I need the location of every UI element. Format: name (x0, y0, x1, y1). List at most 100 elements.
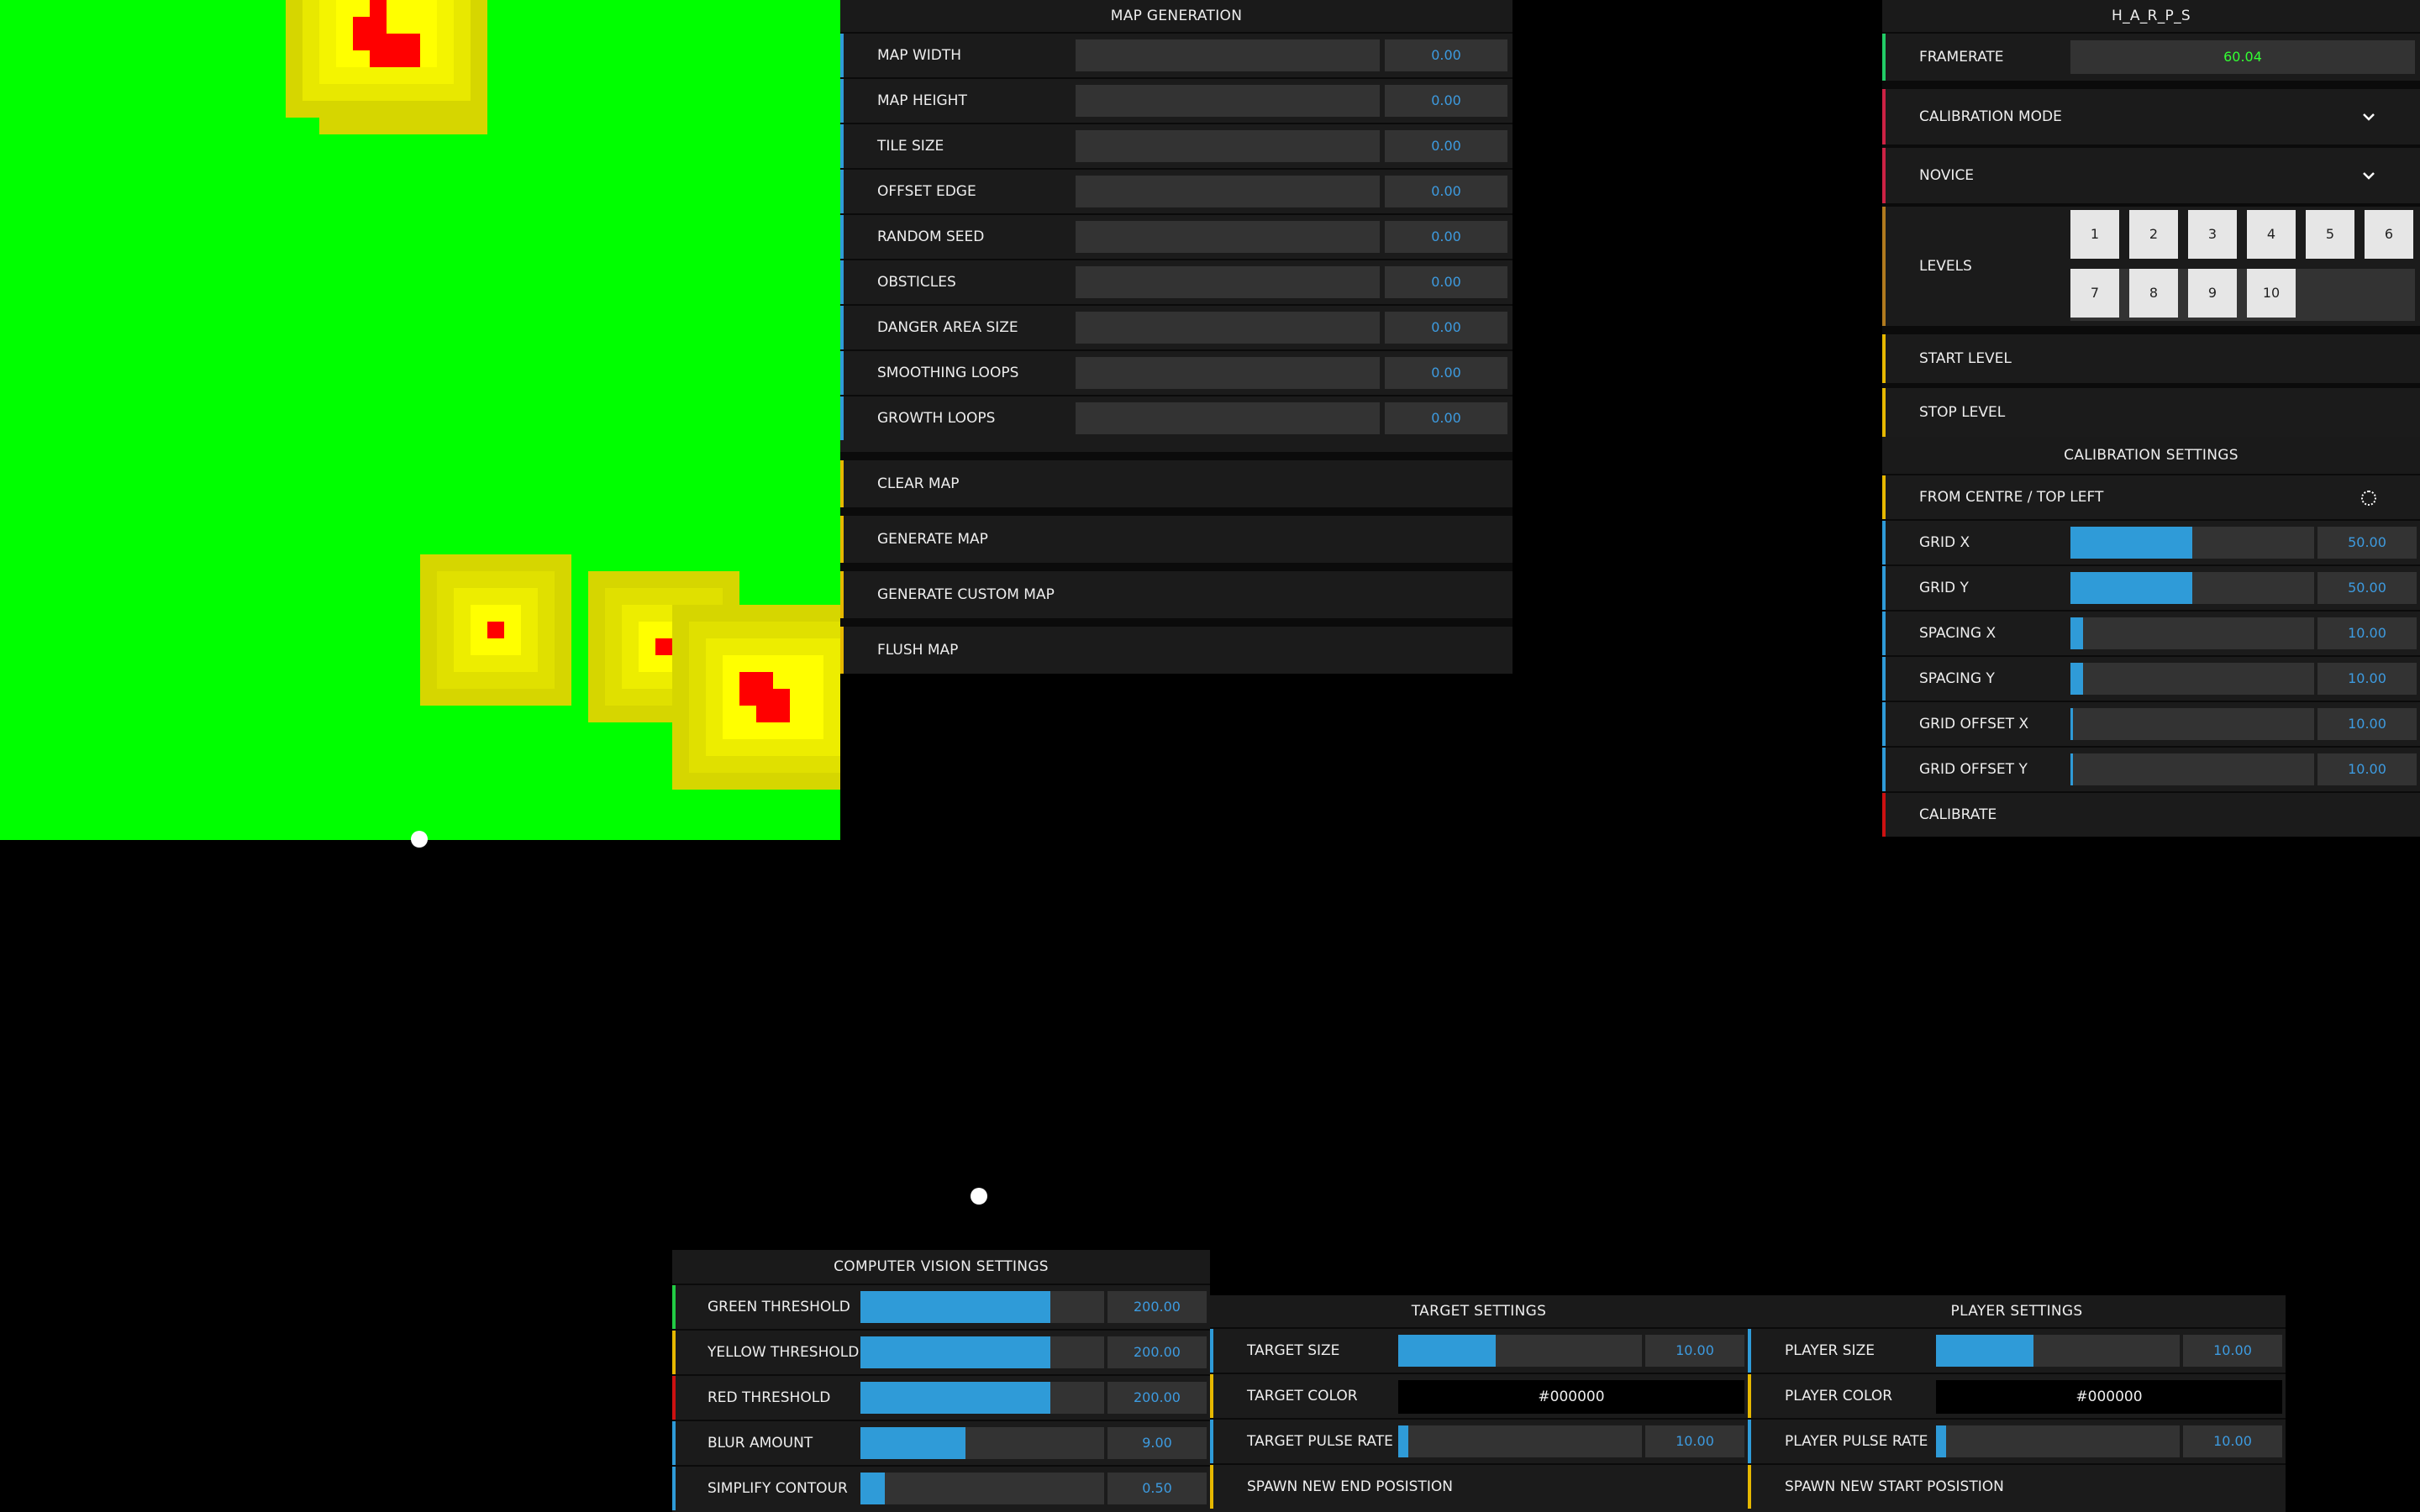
level-button[interactable]: 2 (2129, 210, 2178, 259)
map-gen-button[interactable]: FLUSH MAP (840, 618, 1512, 674)
map-gen-slider-value[interactable]: 0.00 (1385, 130, 1507, 162)
map-gen-button[interactable]: CLEAR MAP (840, 452, 1512, 507)
map-handle-dot[interactable] (411, 831, 428, 848)
player-dot[interactable] (971, 1188, 987, 1205)
player-pulse-slider[interactable]: PLAYER PULSE RATE 10.00 (1748, 1418, 2286, 1463)
calibration-slider-value[interactable]: 10.00 (2317, 753, 2417, 785)
level-button[interactable]: 8 (2129, 269, 2178, 318)
map-gen-slider[interactable]: RANDOM SEED 0.00 (840, 213, 1512, 259)
map-gen-slider-track[interactable] (1076, 221, 1380, 253)
target-size-slider[interactable]: TARGET SIZE 10.00 (1210, 1327, 1748, 1373)
target-size-track[interactable] (1398, 1335, 1642, 1367)
calibration-slider[interactable]: GRID X 50.00 (1882, 519, 2420, 564)
level-button[interactable]: 10 (2247, 269, 2296, 318)
level-button[interactable]: 4 (2247, 210, 2296, 259)
cv-slider-track[interactable] (860, 1382, 1104, 1414)
map-gen-slider[interactable]: MAP WIDTH 0.00 (840, 32, 1512, 77)
map-gen-slider[interactable]: SMOOTHING LOOPS 0.00 (840, 349, 1512, 395)
level-button[interactable]: 3 (2188, 210, 2237, 259)
calibration-slider[interactable]: GRID Y 50.00 (1882, 564, 2420, 610)
calibration-slider-value[interactable]: 50.00 (2317, 527, 2417, 559)
map-gen-slider-value[interactable]: 0.00 (1385, 39, 1507, 71)
calibration-slider-value[interactable]: 10.00 (2317, 708, 2417, 740)
calibration-mode-dropdown[interactable]: CALIBRATION MODE (1882, 81, 2420, 144)
map-gen-slider-track[interactable] (1076, 176, 1380, 207)
map-gen-button[interactable]: GENERATE CUSTOM MAP (840, 563, 1512, 618)
map-gen-slider-value[interactable]: 0.00 (1385, 402, 1507, 434)
player-size-slider[interactable]: PLAYER SIZE 10.00 (1748, 1327, 2286, 1373)
player-color-input[interactable]: #000000 (1936, 1380, 2282, 1414)
spawn-start-button[interactable]: SPAWN NEW START POSISTION (1748, 1463, 2286, 1509)
cv-slider[interactable]: YELLOW THRESHOLD 200.00 (672, 1329, 1210, 1374)
target-pulse-track[interactable] (1398, 1425, 1642, 1457)
start-level-button[interactable]: START LEVEL (1882, 326, 2420, 383)
calibration-slider-track[interactable] (2070, 753, 2314, 785)
calibrate-button[interactable]: CALIBRATE (1882, 791, 2420, 837)
cv-slider-value[interactable]: 200.00 (1107, 1291, 1207, 1323)
map-gen-slider-value[interactable]: 0.00 (1385, 357, 1507, 389)
cv-slider-value[interactable]: 200.00 (1107, 1382, 1207, 1414)
calibration-slider[interactable]: SPACING X 10.00 (1882, 610, 2420, 655)
calibration-slider-track[interactable] (2070, 663, 2314, 695)
cv-slider[interactable]: RED THRESHOLD 200.00 (672, 1374, 1210, 1420)
cv-slider-track[interactable] (860, 1473, 1104, 1504)
calibration-slider-value[interactable]: 10.00 (2317, 617, 2417, 649)
calibration-slider-track[interactable] (2070, 617, 2314, 649)
map-gen-slider-track[interactable] (1076, 85, 1380, 117)
map-gen-slider-track[interactable] (1076, 130, 1380, 162)
map-gen-slider[interactable]: OFFSET EDGE 0.00 (840, 168, 1512, 213)
from-centre-toggle[interactable]: FROM CENTRE / TOP LEFT (1882, 474, 2420, 519)
map-gen-slider-value[interactable]: 0.00 (1385, 85, 1507, 117)
target-pulse-value[interactable]: 10.00 (1645, 1425, 1744, 1457)
level-button[interactable]: 1 (2070, 210, 2119, 259)
difficulty-dropdown[interactable]: NOVICE (1882, 144, 2420, 203)
calibration-slider[interactable]: SPACING Y 10.00 (1882, 655, 2420, 701)
cv-slider-track[interactable] (860, 1291, 1104, 1323)
calibration-slider[interactable]: GRID OFFSET Y 10.00 (1882, 746, 2420, 791)
spawn-end-button[interactable]: SPAWN NEW END POSISTION (1210, 1463, 1748, 1509)
calibration-slider[interactable]: GRID OFFSET X 10.00 (1882, 701, 2420, 746)
map-gen-slider-track[interactable] (1076, 266, 1380, 298)
target-color-input[interactable]: #000000 (1398, 1380, 1744, 1414)
map-gen-slider[interactable]: GROWTH LOOPS 0.00 (840, 395, 1512, 440)
map-gen-slider-track[interactable] (1076, 357, 1380, 389)
level-button[interactable]: 9 (2188, 269, 2237, 318)
player-size-value[interactable]: 10.00 (2183, 1335, 2282, 1367)
player-size-track[interactable] (1936, 1335, 2180, 1367)
game-map[interactable] (0, 0, 840, 840)
level-button[interactable]: 7 (2070, 269, 2119, 318)
map-gen-slider-value[interactable]: 0.00 (1385, 221, 1507, 253)
map-gen-slider[interactable]: MAP HEIGHT 0.00 (840, 77, 1512, 123)
cv-slider-value[interactable]: 9.00 (1107, 1427, 1207, 1459)
target-size-value[interactable]: 10.00 (1645, 1335, 1744, 1367)
player-pulse-value[interactable]: 10.00 (2183, 1425, 2282, 1457)
calibration-slider-value[interactable]: 10.00 (2317, 663, 2417, 695)
map-gen-button[interactable]: GENERATE MAP (840, 507, 1512, 563)
map-gen-slider-value[interactable]: 0.00 (1385, 266, 1507, 298)
target-pulse-slider[interactable]: TARGET PULSE RATE 10.00 (1210, 1418, 1748, 1463)
cv-slider[interactable]: SIMPLIFY CONTOUR 0.50 (672, 1465, 1210, 1510)
map-gen-slider-track[interactable] (1076, 312, 1380, 344)
map-gen-slider[interactable]: DANGER AREA SIZE 0.00 (840, 304, 1512, 349)
map-gen-slider-value[interactable]: 0.00 (1385, 176, 1507, 207)
cv-slider-track[interactable] (860, 1427, 1104, 1459)
calibration-slider-track[interactable] (2070, 572, 2314, 604)
map-gen-slider[interactable]: OBSTICLES 0.00 (840, 259, 1512, 304)
map-gen-slider-track[interactable] (1076, 402, 1380, 434)
calibration-slider-value[interactable]: 50.00 (2317, 572, 2417, 604)
cv-slider-track[interactable] (860, 1336, 1104, 1368)
toggle-circle-icon[interactable] (2361, 491, 2376, 506)
calibration-slider-track[interactable] (2070, 708, 2314, 740)
level-button[interactable]: 6 (2365, 210, 2413, 259)
cv-slider[interactable]: BLUR AMOUNT 9.00 (672, 1420, 1210, 1465)
map-gen-slider[interactable]: TILE SIZE 0.00 (840, 123, 1512, 168)
map-gen-slider-value[interactable]: 0.00 (1385, 312, 1507, 344)
cv-slider-value[interactable]: 0.50 (1107, 1473, 1207, 1504)
stop-level-button[interactable]: STOP LEVEL (1882, 383, 2420, 437)
level-button[interactable]: 5 (2306, 210, 2354, 259)
cv-slider[interactable]: GREEN THRESHOLD 200.00 (672, 1284, 1210, 1329)
cv-slider-value[interactable]: 200.00 (1107, 1336, 1207, 1368)
player-pulse-track[interactable] (1936, 1425, 2180, 1457)
map-gen-slider-track[interactable] (1076, 39, 1380, 71)
calibration-slider-track[interactable] (2070, 527, 2314, 559)
